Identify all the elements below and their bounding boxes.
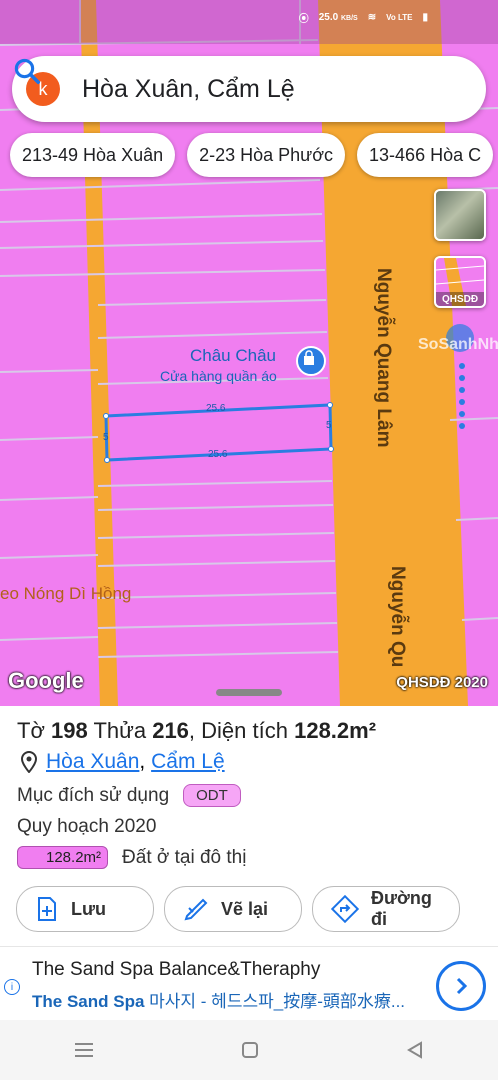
parcel-dim-bottom: 25.6 [208,449,228,460]
add-bookmark-icon [38,897,56,921]
chip-suggestion[interactable]: 13-466 Hòa C [357,133,494,177]
wifi-icon: ≋ [367,12,377,23]
poi-category[interactable]: Cửa hàng quần áo [160,368,277,384]
chevron-right-icon[interactable] [436,961,486,1011]
purpose-row: Mục đích sử dụng ODT [17,784,241,807]
purpose-label: Mục đích sử dụng [17,784,170,806]
map-view[interactable]: ⦿ 25.0 KB/S ≋ Vo LTE ▮ k Hòa Xuân, Cẩm L… [0,0,498,706]
parcel-dim-right: 5 [326,420,332,431]
plan-label: Quy hoạch 2020 [17,816,157,837]
save-button[interactable]: Lưu [16,886,154,932]
parcel-info-sheet: Tờ 198 Thửa 216, Diện tích 128.2m² Hòa X… [0,706,498,946]
chip-suggestion[interactable]: 213-49 Hòa Xuân [10,133,176,177]
chip-suggestion[interactable]: 2-23 Hòa Phước [187,133,346,177]
ad-banner[interactable]: i The Sand Spa Balance&Theraphy The Sand… [0,946,498,1021]
qhsdd-layer-button[interactable]: QHSDĐ [434,256,486,308]
search-query[interactable]: Hòa Xuân, Cẩm Lệ [82,75,486,104]
redraw-button[interactable]: Vẽ lại [164,886,302,932]
purpose-code-badge: ODT [183,784,241,807]
suggestion-chips: 213-49 Hòa Xuân 2-23 Hòa Phước 13-466 Hò… [10,133,494,177]
menu-icon[interactable] [73,1040,95,1060]
draw-icon [184,898,208,921]
system-nav-bar [0,1020,498,1080]
network-speed: 25.0 KB/S [318,12,358,23]
parcel-dim-left: 5 [103,432,109,443]
parcel-location: Hòa Xuân, Cẩm Lệ [20,750,225,774]
road-label: Nguyễn Qu [387,566,408,668]
shop-label[interactable]: eo Nóng Dì Hồng [0,584,131,604]
google-logo: Google [8,668,84,693]
status-bar: ⦿ 25.0 KB/S ≋ Vo LTE ▮ [0,0,498,44]
parcel-title: Tờ 198 Thửa 216, Diện tích 128.2m² [17,718,377,743]
location-pin-icon [20,751,38,773]
poi-name[interactable]: Châu Châu [190,346,276,366]
drag-handle[interactable] [216,689,282,696]
separator: , [139,750,146,773]
overlay-label: QHSDĐ 2020 [396,674,488,691]
ad-subtitle[interactable]: The Sand Spa 마사지 - 헤드스파_按摩-頭部水療... [32,987,412,1012]
action-buttons: Lưu Vẽ lại Đường đi [16,886,460,932]
ward-link[interactable]: Hòa Xuân [46,750,139,773]
parcel-dim-top: 25.6 [206,403,226,414]
search-bar[interactable]: k Hòa Xuân, Cẩm Lệ [12,56,486,122]
location-status-icon: ⦿ [298,14,309,25]
satellite-layer-button[interactable] [434,189,486,241]
back-icon[interactable] [405,1040,425,1060]
plan-row: 128.2m² Đất ở tại đô thị [17,846,246,869]
plan-area-badge: 128.2m² [17,846,109,869]
ad-title[interactable]: The Sand Spa Balance&Theraphy [32,959,320,981]
directions-button[interactable]: Đường đi [312,886,460,932]
watermark-logo: SoSanhNha [418,336,498,353]
road-label: Nguyễn Quang Lâm [373,268,394,448]
shopping-bag-icon[interactable] [296,346,326,376]
info-icon[interactable]: i [4,979,20,995]
home-icon[interactable] [240,1040,260,1060]
directions-icon [331,895,359,923]
network-type: Vo LTE [386,13,413,22]
plan-desc: Đất ở tại đô thị [122,846,247,868]
district-link[interactable]: Cẩm Lệ [151,750,225,773]
search-icon[interactable] [12,56,42,86]
qhsdd-layer-label: QHSDĐ [441,294,479,305]
signal-icon: ▮ [422,12,428,23]
